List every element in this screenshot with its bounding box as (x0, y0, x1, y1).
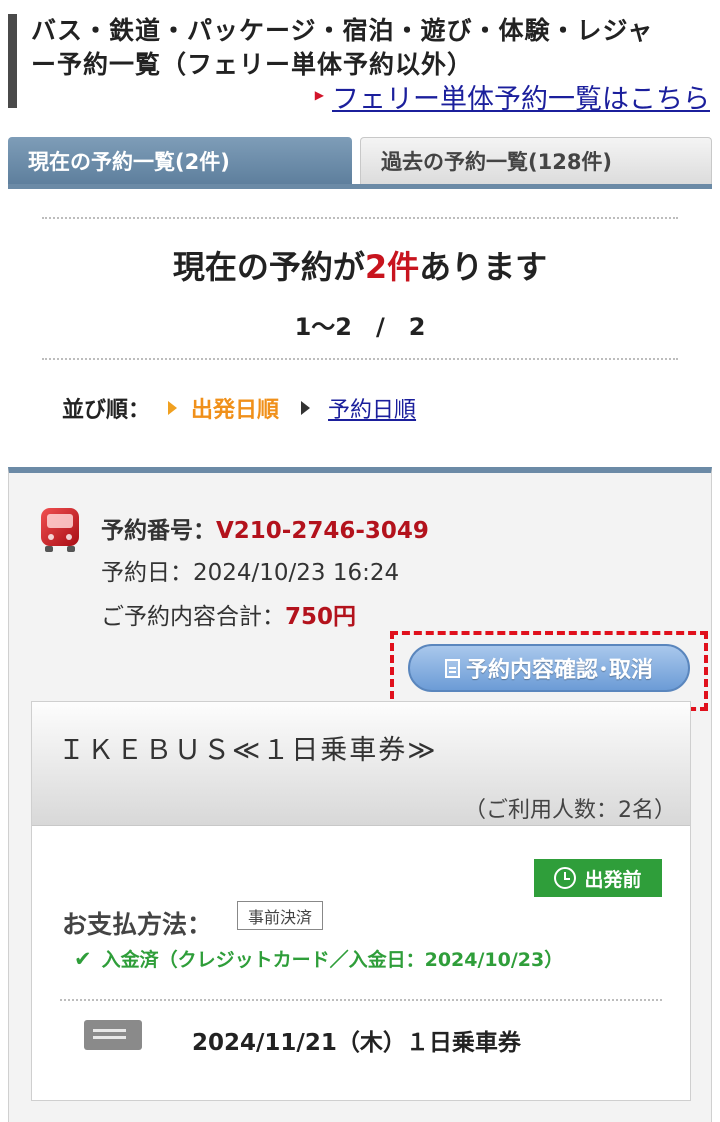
booking-total: 750円 (285, 604, 357, 630)
status-label: 出発前 (584, 868, 642, 891)
bus-icon (41, 508, 79, 552)
status-badge: 出発前 (534, 859, 662, 897)
reservation-summary: 現在の予約が2件あります (0, 242, 720, 288)
tab-current-reservations[interactable]: 現在の予約一覧(2件) (8, 137, 352, 184)
ferry-reservations-link[interactable]: フェリー単体予約一覧はこちら (332, 84, 710, 116)
booking-total-label: ご予約内容合計： (101, 604, 285, 630)
booking-total-line: ご予約内容合計：750円 (101, 597, 356, 631)
sort-booking-date-link[interactable]: 予約日順 (328, 392, 416, 424)
payment-method-label: お支払方法： (62, 910, 213, 939)
ferry-link-row: ▶ フェリー単体予約一覧はこちら (315, 84, 710, 116)
ticket-header: ＩＫＥＢＵＳ≪１日乗車券≫ （ご利用人数：2名） (32, 702, 690, 826)
divider (42, 358, 678, 360)
divider (60, 999, 662, 1001)
booking-date-line: 予約日：2024/10/23 16:24 (101, 553, 399, 587)
sort-arrow-icon (301, 401, 311, 415)
sort-row: 並び順： 出発日順 予約日順 (62, 392, 416, 424)
tab-past-reservations[interactable]: 過去の予約一覧(128件) (360, 137, 712, 184)
ticket-box: ＩＫＥＢＵＳ≪１日乗車券≫ （ご利用人数：2名） 出発前 お支払方法： 事前決済… (31, 701, 691, 1101)
booking-date: 2024/10/23 16:24 (193, 560, 400, 586)
document-icon (444, 658, 460, 678)
page-title-line1: バス・鉄道・パッケージ・宿泊・遊び・体験・レジャ (31, 16, 654, 45)
confirm-cancel-label: 予約内容確認･取消 (465, 658, 653, 683)
clock-icon (554, 867, 577, 889)
arrow-icon: ▶ (314, 88, 324, 102)
reservation-count: 2件 (364, 248, 420, 286)
summary-prefix: 現在の予約が (172, 248, 365, 286)
paid-status: 入金済（クレジットカード／入金日：2024/10/23） (101, 949, 564, 971)
ticket-icon (84, 1020, 142, 1050)
paid-status-row: ✔ 入金済（クレジットカード／入金日：2024/10/23） (74, 945, 563, 972)
booking-card: 予約番号：V210-2746-3049 予約日：2024/10/23 16:24… (8, 467, 712, 1122)
reservation-tabs: 現在の予約一覧(2件) 過去の予約一覧(128件) (8, 137, 712, 189)
sort-arrow-icon (168, 401, 178, 415)
booking-number: V210-2746-3049 (216, 518, 429, 544)
ticket-name: ＩＫＥＢＵＳ≪１日乗車券≫ (58, 735, 438, 766)
sort-label: 並び順： (62, 398, 151, 423)
payment-tag: 事前決済 (237, 901, 324, 930)
pager: 1〜2 / 2 (294, 313, 426, 341)
divider (42, 217, 678, 219)
check-icon: ✔ (74, 946, 92, 971)
booking-number-line: 予約番号：V210-2746-3049 (101, 511, 429, 545)
booking-number-label: 予約番号： (101, 518, 216, 544)
page-title-line2: ー予約一覧（フェリー単体予約以外） (31, 50, 474, 79)
booking-date-label: 予約日： (101, 560, 193, 586)
ticket-date-line: 2024/11/21（木）１日乗車券 (192, 1030, 521, 1056)
page-title: バス・鉄道・パッケージ・宿泊・遊び・体験・レジャ ー予約一覧（フェリー単体予約以… (31, 14, 712, 82)
ticket-people-count: （ご利用人数：2名） (464, 798, 676, 823)
confirm-cancel-button[interactable]: 予約内容確認･取消 (408, 644, 690, 692)
page-header: バス・鉄道・パッケージ・宿泊・遊び・体験・レジャ ー予約一覧（フェリー単体予約以… (8, 14, 712, 115)
summary-suffix: あります (419, 248, 548, 286)
sort-departure-date: 出発日順 (191, 398, 280, 423)
